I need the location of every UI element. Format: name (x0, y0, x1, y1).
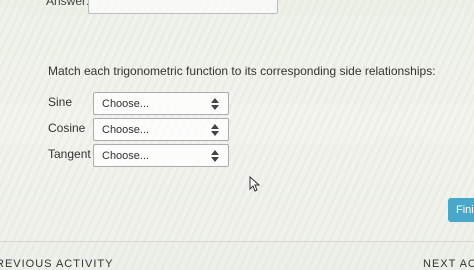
question-prompt: Match each trigonometric function to its… (48, 64, 436, 78)
finish-button[interactable]: Finish (448, 198, 474, 222)
previous-activity-link[interactable]: REVIOUS ACTIVITY (0, 258, 113, 270)
mouse-pointer-icon (249, 176, 261, 192)
sine-select-value: Choose... (102, 98, 150, 110)
row-label-sine: Sine (48, 95, 73, 109)
cosine-select-value: Choose... (102, 124, 150, 136)
up-down-arrows-icon (211, 98, 219, 110)
up-down-arrows-icon (211, 124, 219, 136)
tangent-select[interactable]: Choose... (93, 144, 229, 167)
row-label-tangent: Tangent (48, 147, 91, 161)
row-label-cosine: Cosine (48, 121, 86, 135)
sine-select[interactable]: Choose... (93, 92, 229, 115)
answer-input[interactable] (88, 0, 278, 14)
next-activity-link[interactable]: NEXT ACTIVITY (423, 258, 474, 270)
up-down-arrows-icon (211, 150, 219, 162)
footer-divider (0, 241, 474, 242)
cosine-select[interactable]: Choose... (93, 118, 229, 141)
tangent-select-value: Choose... (102, 150, 150, 162)
answer-label: Answer: (46, 0, 90, 8)
